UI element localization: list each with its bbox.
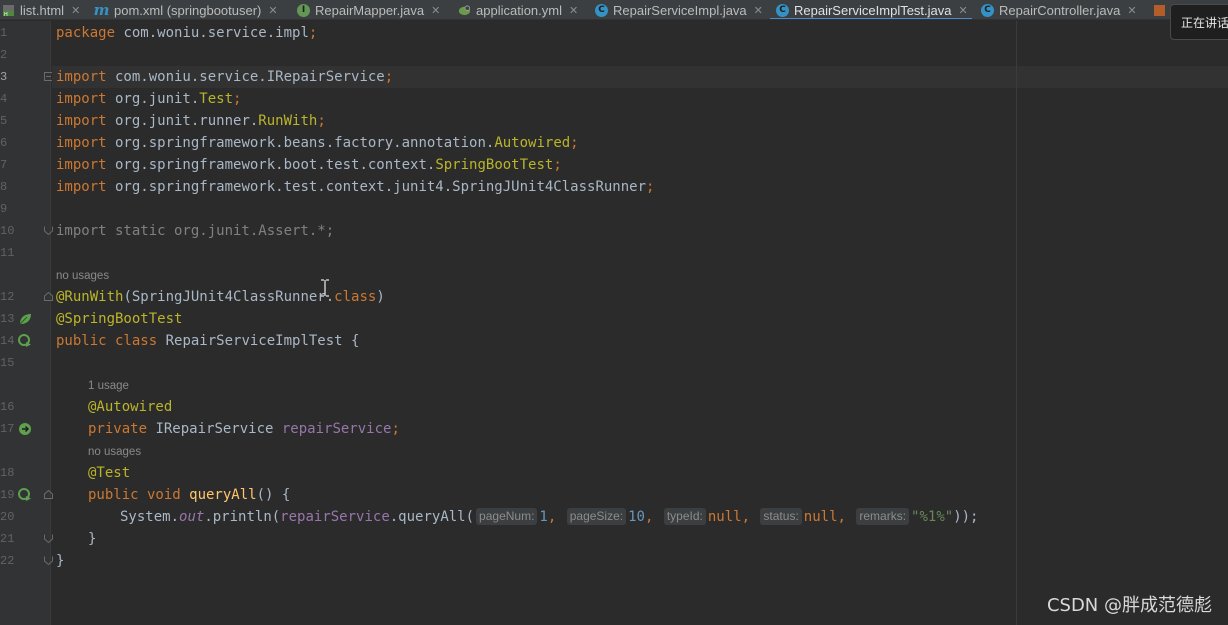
tab-repair-service-impl[interactable]: C RepairServiceImpl.java ✕	[595, 0, 763, 19]
close-icon[interactable]: ✕	[268, 4, 277, 17]
code-line-17[interactable]: private IRepairService repairService;	[88, 418, 400, 440]
tab-label: RepairMapper.java	[315, 2, 425, 18]
line-number: 19	[0, 488, 15, 502]
close-icon[interactable]: ✕	[959, 4, 968, 17]
code-line-10[interactable]: import static org.junit.Assert.*;	[56, 220, 334, 242]
tab-repair-controller[interactable]: C RepairController.java ✕	[981, 0, 1137, 19]
line-number: 17	[0, 422, 15, 436]
code-line-1[interactable]: package com.woniu.service.impl;	[56, 22, 317, 44]
line-number: 6	[0, 136, 8, 150]
code-line-8[interactable]: import org.springframework.test.context.…	[56, 176, 654, 198]
usage-hint[interactable]: no usages	[88, 445, 141, 459]
line-number: 1	[0, 26, 8, 40]
usage-hint[interactable]: 1 usage	[88, 379, 129, 393]
line-number: 16	[0, 400, 15, 414]
close-icon[interactable]: ✕	[71, 4, 80, 17]
close-icon[interactable]: ✕	[754, 4, 763, 17]
line-number: 20	[0, 510, 15, 524]
line-number: 18	[0, 466, 15, 480]
tab-label: RepairServiceImplTest.java	[794, 2, 952, 18]
param-hint: remarks:	[856, 508, 910, 525]
code-line-16[interactable]: @Autowired	[88, 396, 172, 418]
autowired-navigate-icon[interactable]	[18, 422, 32, 436]
code-line-18[interactable]: @Test	[88, 462, 130, 484]
code-line-6[interactable]: import org.springframework.beans.factory…	[56, 132, 579, 154]
code-line-20[interactable]: System.out.println(repairService.queryAl…	[120, 506, 978, 528]
interface-file-icon: I	[297, 3, 310, 17]
line-number: 11	[0, 246, 15, 260]
line-number: 13	[0, 312, 15, 326]
code-line-7[interactable]: import org.springframework.boot.test.con…	[56, 154, 562, 176]
tab-repair-service-impl-test[interactable]: C RepairServiceImplTest.java ✕	[770, 0, 972, 19]
line-number: 15	[0, 356, 15, 370]
usage-hint[interactable]: no usages	[56, 269, 109, 283]
code-line-3[interactable]: import com.woniu.service.IRepairService;	[56, 66, 393, 88]
line-number: 12	[0, 290, 15, 304]
line-number: 3	[0, 70, 8, 84]
code-line-5[interactable]: import org.junit.runner.RunWith;	[56, 110, 326, 132]
tab-pom-xml[interactable]: m pom.xml (springbootuser) ✕	[93, 0, 278, 19]
param-hint: status:	[760, 508, 802, 525]
spring-bean-icon[interactable]	[18, 312, 32, 326]
close-icon[interactable]: ✕	[569, 4, 578, 17]
line-number: 9	[0, 202, 8, 216]
run-test-icon[interactable]	[18, 488, 32, 502]
watermark: CSDN @胖成范德彪	[1046, 595, 1212, 616]
code-line-13[interactable]: @SpringBootTest	[56, 308, 182, 330]
tab-repair-mapper[interactable]: I RepairMapper.java ✕	[297, 0, 440, 19]
right-margin-guide	[1016, 21, 1017, 625]
tab-list-html[interactable]: H list.html ✕	[2, 0, 80, 19]
run-test-icon[interactable]	[18, 334, 32, 348]
svg-text:H: H	[4, 12, 8, 17]
line-number: 5	[0, 114, 8, 128]
code-editor[interactable]: package com.woniu.service.impl; import c…	[52, 21, 1228, 625]
tab-overflow[interactable]	[1153, 0, 1171, 19]
code-line-14[interactable]: public class RepairServiceImplTest {	[56, 330, 359, 352]
tab-label: RepairServiceImpl.java	[613, 2, 747, 18]
tab-label: pom.xml (springbootuser)	[114, 2, 262, 18]
code-line-12[interactable]: @RunWith(SpringJUnit4ClassRunner.class)	[56, 286, 385, 308]
param-hint: typeId:	[663, 508, 706, 525]
text-cursor-icon	[321, 279, 329, 297]
class-file-icon: C	[595, 3, 608, 17]
code-line-19[interactable]: public void queryAll() {	[88, 484, 290, 506]
line-number: 14	[0, 334, 15, 348]
line-number: 8	[0, 180, 8, 194]
tab-label: application.yml	[476, 2, 562, 18]
line-number: 22	[0, 554, 15, 568]
param-hint: pageNum:	[476, 508, 538, 525]
line-number: 21	[0, 532, 15, 546]
code-line-21[interactable]: }	[88, 528, 96, 550]
code-line-22[interactable]: }	[56, 550, 64, 572]
line-number-gutter[interactable]: 1 2 3 4 5 6 7 8 9 10 11 12 13 14 15 16 1…	[0, 21, 53, 625]
param-hint: pageSize:	[566, 508, 627, 525]
maven-file-icon: m	[93, 1, 110, 19]
tab-application-yml[interactable]: application.yml ✕	[458, 0, 578, 19]
tab-label: RepairController.java	[999, 2, 1121, 18]
editor-tab-bar: H list.html ✕ m pom.xml (springbootuser)…	[0, 0, 1228, 20]
test-class-file-icon: C	[776, 3, 789, 17]
tab-label: list.html	[20, 2, 65, 18]
line-number: 10	[0, 224, 15, 238]
class-file-icon: C	[981, 3, 994, 17]
xml-file-icon	[1153, 4, 1166, 17]
spring-config-file-icon	[458, 4, 471, 17]
line-number: 4	[0, 92, 8, 106]
html-file-icon: H	[2, 4, 15, 17]
code-line-4[interactable]: import org.junit.Test;	[56, 88, 241, 110]
close-icon[interactable]: ✕	[1127, 4, 1136, 17]
close-icon[interactable]: ✕	[431, 4, 440, 17]
line-number: 2	[0, 48, 8, 62]
line-number: 7	[0, 158, 8, 172]
